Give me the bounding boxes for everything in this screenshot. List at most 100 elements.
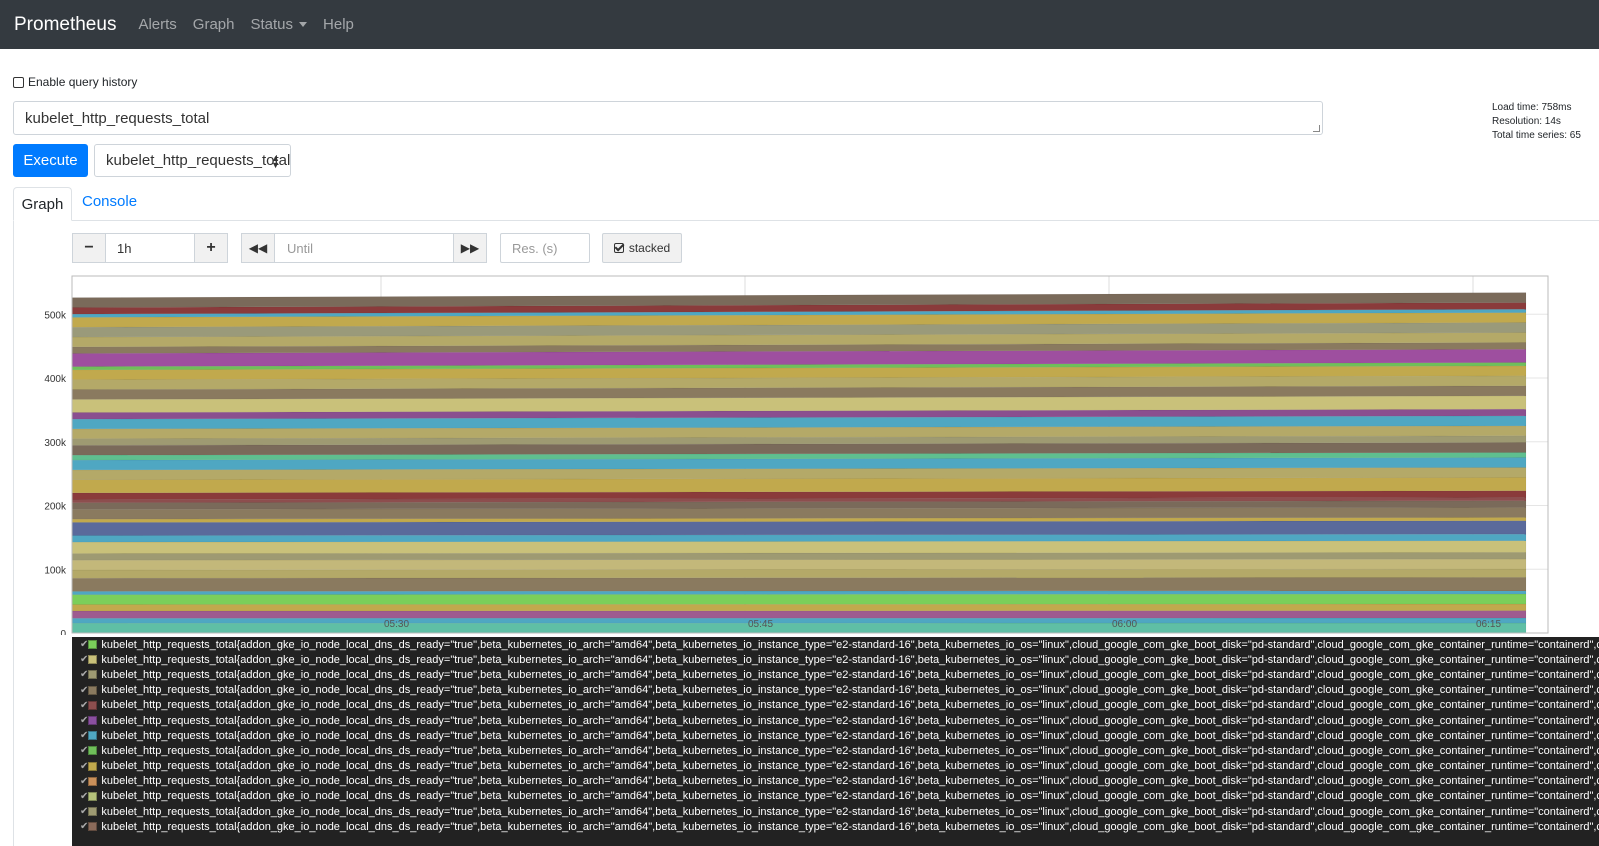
area-series (71, 617, 1527, 624)
metric-select-value: kubelet_http_requests_total (106, 152, 291, 169)
legend-label: kubelet_http_requests_total{addon_gke_io… (101, 775, 1599, 788)
chart-areas (71, 292, 1527, 634)
expression-text: kubelet_http_requests_total (25, 110, 210, 127)
y-axis-ticks: 0 100k 200k 300k 400k 500k (44, 310, 67, 635)
legend-item[interactable]: ✔ kubelet_http_requests_total{addon_gke_i… (72, 759, 1599, 774)
checkmark-icon: ✔ (80, 654, 89, 666)
legend-label: kubelet_http_requests_total{addon_gke_io… (101, 790, 1599, 803)
checkmark-icon: ✔ (80, 745, 89, 757)
range-input[interactable]: 1h (105, 233, 195, 263)
legend-label: kubelet_http_requests_total{addon_gke_io… (101, 699, 1599, 712)
checkmark-icon: ✔ (80, 669, 89, 681)
legend-swatch (88, 807, 98, 817)
y-tick-label: 100k (44, 565, 67, 576)
legend-label: kubelet_http_requests_total{addon_gke_io… (101, 668, 1599, 681)
resolution-input[interactable]: Res. (s) (500, 233, 590, 263)
area-series (71, 622, 1527, 634)
nav-status[interactable]: Status (251, 16, 308, 33)
legend-swatch (88, 791, 98, 801)
x-tick-label: 05:30 (384, 619, 409, 630)
query-history-toggle[interactable]: Enable query history (13, 75, 137, 89)
area-series (71, 568, 1527, 579)
legend-swatch (88, 776, 98, 786)
range-increase-button[interactable]: + (194, 233, 228, 263)
area-series (71, 477, 1527, 494)
legend-label: kubelet_http_requests_total{addon_gke_io… (101, 805, 1599, 818)
legend-item[interactable]: ✔ kubelet_http_requests_total{addon_gke_i… (72, 637, 1599, 652)
legend-item[interactable]: ✔ kubelet_http_requests_total{addon_gke_i… (72, 774, 1599, 789)
brand-logo[interactable]: Prometheus (14, 14, 116, 36)
forward-icon: ▶▶ (460, 241, 480, 255)
legend-item[interactable]: ✔ kubelet_http_requests_total{addon_gke_i… (72, 743, 1599, 758)
nav-help[interactable]: Help (323, 16, 354, 33)
legend-item[interactable]: ✔ kubelet_http_requests_total{addon_gke_i… (72, 652, 1599, 667)
checkmark-icon: ✔ (80, 715, 89, 727)
query-stats: Load time: 758ms Resolution: 14s Total t… (1492, 101, 1581, 143)
legend-swatch (88, 746, 98, 756)
execute-button[interactable]: Execute (13, 144, 88, 177)
plus-icon: + (206, 239, 216, 256)
legend-swatch (88, 761, 98, 771)
legend-item[interactable]: ✔ kubelet_http_requests_total{addon_gke_i… (72, 683, 1599, 698)
select-arrows-icon: ▲ ▼ (271, 153, 280, 170)
stacked-area-chart[interactable]: 0 100k 200k 300k 400k 500k 05:30 05:45 06:00 06:… (0, 270, 1599, 635)
time-back-button[interactable]: ◀◀ (241, 233, 275, 263)
legend-label: kubelet_http_requests_total{addon_gke_io… (101, 638, 1599, 651)
area-series (71, 610, 1527, 619)
legend-item[interactable]: ✔ kubelet_http_requests_total{addon_gke_i… (72, 819, 1599, 834)
checkmark-icon: ✔ (80, 775, 89, 787)
checkmark-icon: ✔ (80, 684, 89, 696)
stacked-toggle-button[interactable]: stacked (602, 233, 682, 263)
tab-graph[interactable]: Graph (13, 187, 72, 221)
y-tick-label: 400k (44, 374, 67, 385)
navbar: Prometheus Alerts Graph Status Help (0, 0, 1599, 49)
x-tick-label: 05:45 (748, 619, 773, 630)
legend-item[interactable]: ✔ kubelet_http_requests_total{addon_gke_i… (72, 713, 1599, 728)
x-tick-label: 06:15 (1476, 619, 1501, 630)
total-series: Total time series: 65 (1492, 130, 1581, 141)
legend-swatch (88, 670, 98, 680)
legend-item[interactable]: ✔ kubelet_http_requests_total{addon_gke_i… (72, 789, 1599, 804)
until-input[interactable]: Until (275, 233, 454, 263)
x-tick-label: 06:00 (1112, 619, 1137, 630)
legend-item[interactable]: ✔ kubelet_http_requests_total{addon_gke_i… (72, 728, 1599, 743)
chart-legend: ✔ kubelet_http_requests_total{addon_gke_i… (72, 637, 1599, 846)
legend-label: kubelet_http_requests_total{addon_gke_io… (101, 744, 1599, 757)
legend-swatch (88, 822, 98, 832)
nav-status-label: Status (250, 16, 294, 33)
query-history-label: Enable query history (28, 75, 138, 89)
y-tick-label: 0 (60, 629, 66, 635)
legend-label: kubelet_http_requests_total{addon_gke_io… (101, 714, 1599, 727)
legend-swatch (88, 716, 98, 726)
y-tick-label: 200k (44, 502, 67, 513)
legend-swatch (88, 731, 98, 741)
y-tick-label: 300k (44, 438, 67, 449)
query-history-checkbox[interactable] (13, 76, 24, 88)
legend-item[interactable]: ✔ kubelet_http_requests_total{addon_gke_i… (72, 698, 1599, 713)
area-series (71, 520, 1527, 536)
legend-label: kubelet_http_requests_total{addon_gke_io… (101, 820, 1599, 833)
time-forward-button[interactable]: ▶▶ (453, 233, 487, 263)
legend-swatch (88, 655, 98, 665)
tab-console[interactable]: Console (82, 193, 137, 210)
legend-swatch (88, 640, 98, 650)
checkmark-icon: ✔ (80, 639, 89, 651)
nav-graph[interactable]: Graph (193, 16, 235, 33)
legend-label: kubelet_http_requests_total{addon_gke_io… (101, 684, 1599, 697)
checkmark-icon: ✔ (80, 821, 89, 833)
y-tick-label: 500k (44, 310, 67, 321)
expression-input[interactable]: kubelet_http_requests_total (13, 101, 1323, 135)
legend-item[interactable]: ✔ kubelet_http_requests_total{addon_gke_i… (72, 804, 1599, 819)
area-series (71, 558, 1527, 571)
nav-alerts[interactable]: Alerts (138, 16, 176, 33)
legend-swatch (88, 700, 98, 710)
range-decrease-button[interactable]: − (72, 233, 106, 263)
resolution: Resolution: 14s (1492, 116, 1561, 127)
check-square-icon (613, 243, 624, 253)
metric-select[interactable]: kubelet_http_requests_total ▲ ▼ (94, 144, 291, 177)
checkmark-icon: ✔ (80, 790, 89, 802)
legend-item[interactable]: ✔ kubelet_http_requests_total{addon_gke_i… (72, 667, 1599, 682)
legend-label: kubelet_http_requests_total{addon_gke_io… (101, 653, 1599, 666)
resize-handle-icon[interactable] (1313, 125, 1320, 132)
checkmark-icon: ✔ (80, 806, 89, 818)
